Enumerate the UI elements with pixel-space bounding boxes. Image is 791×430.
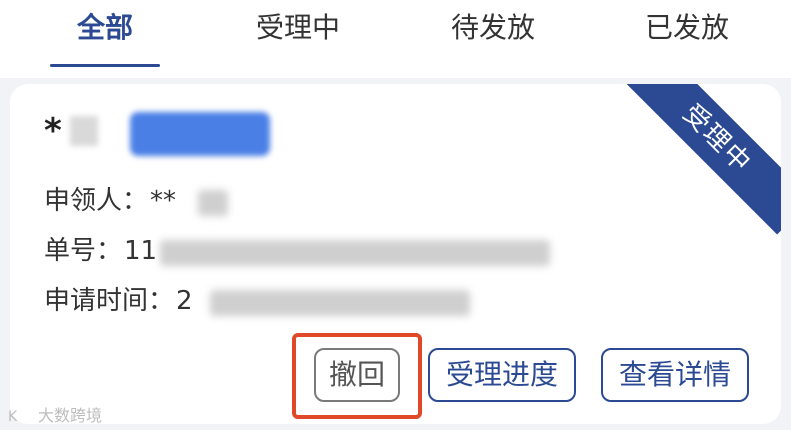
watermark-text: 大数跨境 <box>38 406 103 425</box>
applicant-field: 申领人：** <box>44 183 176 219</box>
order-number-label: 单号： <box>44 236 123 266</box>
status-ribbon: 受理中 <box>621 84 781 235</box>
details-button[interactable]: 查看详情 <box>601 348 749 402</box>
progress-button[interactable]: 受理进度 <box>428 348 576 402</box>
watermark: K 大数跨境 <box>8 402 102 426</box>
redacted-applicant <box>198 190 228 216</box>
revoke-highlight-box <box>292 333 422 419</box>
tab-issued[interactable]: 已发放 <box>607 6 767 50</box>
tab-pending-issue[interactable]: 待发放 <box>413 6 573 50</box>
tab-all[interactable]: 全部 <box>25 6 185 50</box>
active-tab-indicator <box>50 64 160 67</box>
apply-time-label: 申请时间： <box>44 286 175 316</box>
applicant-label: 申领人： <box>44 186 149 216</box>
redacted-apply-time <box>210 290 470 316</box>
apply-time-value: 2 <box>176 286 193 316</box>
apply-time-field: 申请时间：2 <box>44 283 193 319</box>
applicant-value: ** <box>150 186 177 216</box>
redacted-title-badge <box>130 112 270 156</box>
watermark-logo-icon: K <box>8 409 18 425</box>
order-number-value: 11 <box>124 236 158 266</box>
status-tab-bar: 全部 受理中 待发放 已发放 <box>0 0 791 78</box>
tab-processing[interactable]: 受理中 <box>218 6 378 50</box>
order-number-field: 单号：11 <box>44 233 157 269</box>
redacted-title-char <box>70 116 98 146</box>
redacted-order-number <box>160 240 550 266</box>
